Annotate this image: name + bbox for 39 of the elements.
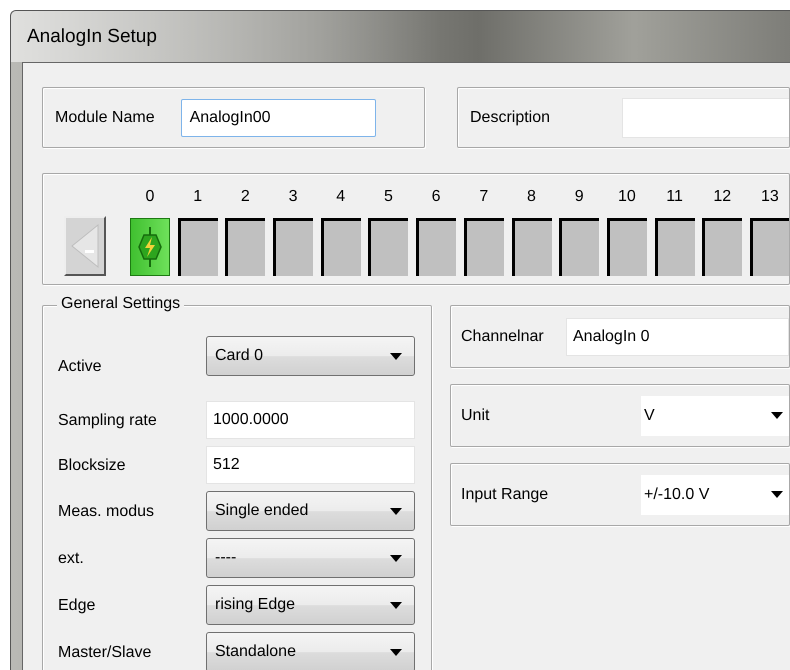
channel-number: 0: [146, 187, 154, 207]
field-label: Description: [470, 108, 550, 126]
window-title: AnalogIn Setup: [27, 26, 157, 48]
channel-number: 6: [432, 187, 441, 207]
dropdown[interactable]: ----: [206, 538, 415, 578]
channel-number: 9: [574, 187, 584, 207]
channel-number: 13: [761, 187, 779, 207]
field-label: Module Name: [55, 108, 155, 126]
channel-number: 4: [336, 187, 346, 207]
field-label: Master/Slave: [58, 642, 152, 662]
group-title: General Settings: [57, 295, 184, 313]
module-name-field[interactable]: AnalogIn00: [180, 98, 376, 136]
input-field[interactable]: AnalogIn 0: [566, 318, 789, 356]
input-field[interactable]: 1000.0000: [206, 401, 415, 439]
dropdown[interactable]: Standalone: [206, 632, 415, 670]
field-label: Meas. modus: [58, 502, 156, 522]
channel-number: 10: [618, 187, 636, 207]
channel-number: 3: [288, 187, 298, 207]
channel-number: 7: [479, 187, 488, 207]
field-label: ext.: [58, 548, 85, 568]
field-label: Unit: [461, 406, 490, 424]
channel-number: 5: [384, 187, 393, 207]
dropdown[interactable]: Card 0: [206, 336, 415, 376]
channel-number: 11: [666, 187, 683, 207]
field-label: Channelnar: [461, 328, 545, 346]
channel-number: 2: [240, 187, 250, 207]
field-label: Active: [58, 357, 103, 377]
field-label: Blocksize: [58, 456, 127, 476]
field-label: Input Range: [461, 486, 550, 504]
channel-number: 8: [527, 187, 536, 207]
dropdown[interactable]: +/-10.0 V: [641, 474, 789, 514]
dropdown[interactable]: rising Edge: [206, 585, 415, 625]
field-label: Sampling rate: [58, 410, 158, 430]
channel-number: 12: [713, 187, 732, 207]
channel-number: 1: [193, 187, 202, 207]
field-label: Edge: [58, 596, 96, 616]
input-field[interactable]: 512: [206, 446, 415, 484]
dropdown[interactable]: V: [641, 396, 789, 436]
dropdown[interactable]: Single ended: [206, 491, 415, 531]
